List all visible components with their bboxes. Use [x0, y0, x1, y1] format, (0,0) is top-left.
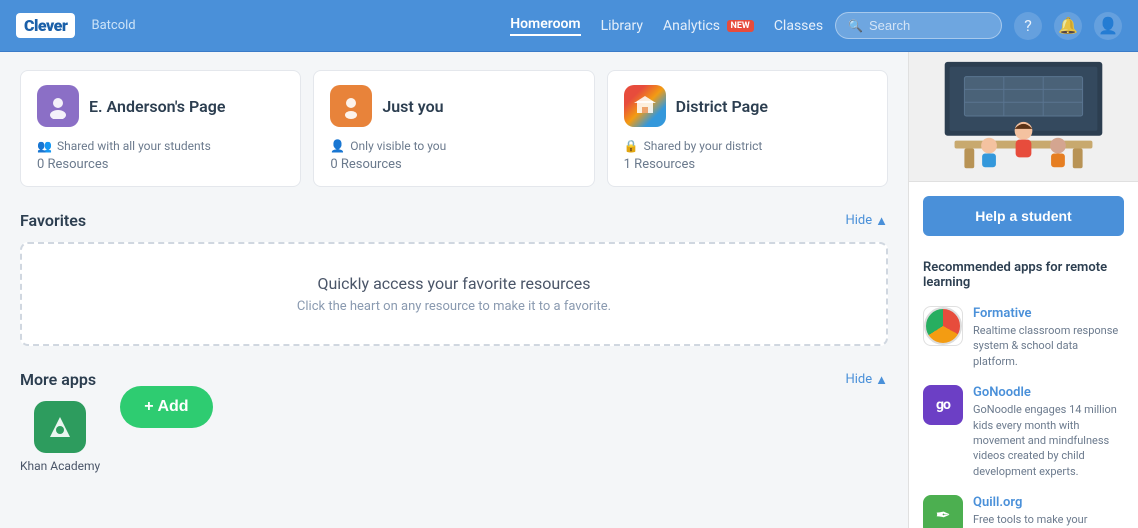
- district-resources: 1 Resources: [624, 157, 871, 172]
- favorites-title: Favorites: [20, 211, 86, 230]
- card-header: E. Anderson's Page: [37, 85, 284, 127]
- district-page-card[interactable]: District Page 🔒 Shared by your district …: [607, 70, 888, 187]
- nav-library[interactable]: Library: [601, 18, 643, 34]
- nav-classes[interactable]: Classes: [774, 18, 823, 34]
- more-apps-section: More apps Hide ▲ Khan Academy + Ad: [20, 370, 888, 473]
- favorites-empty-title: Quickly access your favorite resources: [42, 274, 866, 293]
- favorites-section-header: Favorites Hide ▲: [20, 211, 888, 230]
- user-icon[interactable]: 👤: [1094, 12, 1122, 40]
- gonoodle-desc: GoNoodle engages 14 million kids every m…: [973, 402, 1124, 479]
- quill-app[interactable]: ✒ Quill.org Free tools to make your stud…: [909, 487, 1138, 528]
- anderson-resources: 0 Resources: [37, 157, 284, 172]
- classroom-illustration-area: [909, 52, 1138, 182]
- bell-icon[interactable]: 🔔: [1054, 12, 1082, 40]
- search-box[interactable]: 🔍: [835, 12, 1002, 39]
- anderson-page-card[interactable]: E. Anderson's Page 👥 Shared with all you…: [20, 70, 301, 187]
- help-student-button[interactable]: Help a student: [923, 196, 1124, 236]
- favorites-empty-subtitle: Click the heart on any resource to make …: [42, 299, 866, 314]
- main-layout: E. Anderson's Page 👥 Shared with all you…: [0, 52, 1138, 528]
- anderson-card-title: E. Anderson's Page: [89, 97, 226, 116]
- username-label: Batcold: [91, 18, 135, 33]
- search-icon: 🔍: [848, 19, 863, 33]
- just-you-card-title: Just you: [382, 97, 443, 116]
- quill-icon: ✒: [923, 495, 963, 528]
- formative-icon: [923, 306, 963, 346]
- anderson-card-subtitle: 👥 Shared with all your students: [37, 139, 284, 153]
- app-grid: Khan Academy + Add: [20, 401, 888, 473]
- formative-desc: Realtime classroom response system & sch…: [973, 323, 1124, 369]
- khan-academy-app[interactable]: Khan Academy: [20, 401, 100, 473]
- district-card-title: District Page: [676, 97, 768, 116]
- search-input[interactable]: [869, 18, 989, 33]
- recommended-apps-title: Recommended apps for remote learning: [909, 250, 1138, 298]
- add-button[interactable]: + Add: [120, 386, 212, 428]
- khan-academy-icon: [34, 401, 86, 453]
- clever-logo[interactable]: Clever: [16, 13, 75, 38]
- gonoodle-icon: go: [923, 385, 963, 425]
- quill-info: Quill.org Free tools to make your studen…: [973, 495, 1124, 528]
- district-card-header: District Page: [624, 85, 871, 127]
- just-you-card-header: Just you: [330, 85, 577, 127]
- favorites-hide-button[interactable]: Hide ▲: [845, 213, 888, 229]
- sidebar: Help a student Recommended apps for remo…: [908, 52, 1138, 528]
- just-you-card-icon: [330, 85, 372, 127]
- district-card-icon: [624, 85, 666, 127]
- just-you-resources: 0 Resources: [330, 157, 577, 172]
- formative-app[interactable]: Formative Realtime classroom response sy…: [909, 298, 1138, 377]
- gonoodle-name: GoNoodle: [973, 385, 1124, 400]
- favorites-section: Favorites Hide ▲ Quickly access your fav…: [20, 211, 888, 346]
- khan-academy-label: Khan Academy: [20, 459, 100, 473]
- help-icon[interactable]: ?: [1014, 12, 1042, 40]
- formative-info: Formative Realtime classroom response sy…: [973, 306, 1124, 369]
- district-card-subtitle: 🔒 Shared by your district: [624, 139, 871, 153]
- page-cards: E. Anderson's Page 👥 Shared with all you…: [20, 70, 888, 187]
- content-area: E. Anderson's Page 👥 Shared with all you…: [0, 52, 908, 528]
- chevron-up-icon-2: ▲: [875, 372, 888, 388]
- gonoodle-info: GoNoodle GoNoodle engages 14 million kid…: [973, 385, 1124, 479]
- more-apps-title: More apps: [20, 370, 96, 389]
- gonoodle-app[interactable]: go GoNoodle GoNoodle engages 14 million …: [909, 377, 1138, 487]
- nav-homeroom[interactable]: Homeroom: [510, 16, 580, 36]
- person-icon: 👤: [330, 139, 345, 153]
- just-you-card-subtitle: 👤 Only visible to you: [330, 139, 577, 153]
- lock-icon: 🔒: [624, 139, 639, 153]
- favorites-empty-state: Quickly access your favorite resources C…: [20, 242, 888, 346]
- nav-analytics[interactable]: Analytics NEW: [663, 18, 754, 34]
- just-you-card[interactable]: Just you 👤 Only visible to you 0 Resourc…: [313, 70, 594, 187]
- analytics-new-badge: NEW: [727, 20, 754, 32]
- quill-desc: Free tools to make your students better …: [973, 512, 1124, 528]
- anderson-card-icon: [37, 85, 79, 127]
- quill-name: Quill.org: [973, 495, 1124, 510]
- formative-name: Formative: [973, 306, 1124, 321]
- more-apps-hide-button[interactable]: Hide ▲: [845, 372, 888, 388]
- main-nav: Homeroom Library Analytics NEW Classes: [510, 16, 823, 36]
- students-icon: 👥: [37, 139, 52, 153]
- navbar: Clever Batcold Homeroom Library Analytic…: [0, 0, 1138, 52]
- chevron-up-icon: ▲: [875, 213, 888, 229]
- classroom-illustration: [925, 52, 1122, 180]
